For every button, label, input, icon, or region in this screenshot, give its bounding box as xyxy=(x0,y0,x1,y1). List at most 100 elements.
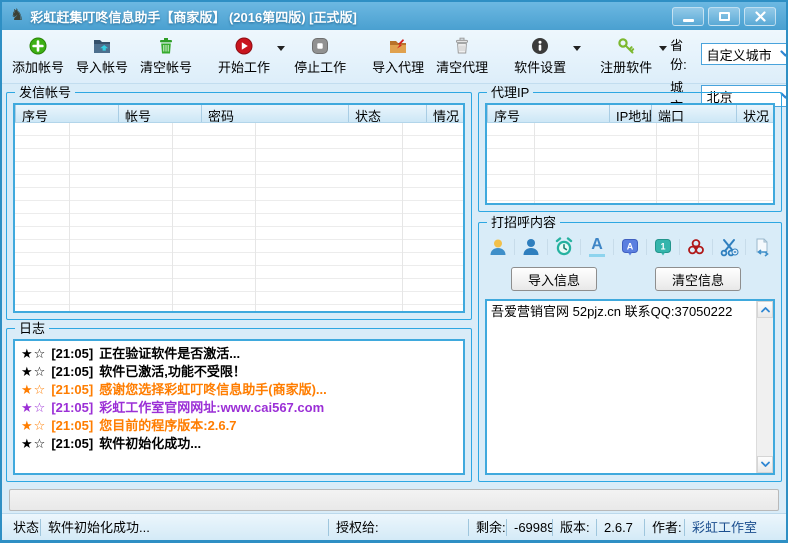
toolbar: 添加帐号 导入帐号 清空帐号 开始工作 停止工作 导入代理 清空代理 xyxy=(2,30,786,84)
biohazard-icon[interactable] xyxy=(685,236,707,258)
settings-label: 软件设置 xyxy=(514,57,566,76)
font-letter: A xyxy=(589,237,605,257)
document-swap-icon[interactable] xyxy=(751,236,773,258)
register-label: 注册软件 xyxy=(600,57,652,76)
greeting-group-title: 打招呼内容 xyxy=(487,215,560,230)
clear-proxy-button[interactable]: 清空代理 xyxy=(430,33,494,80)
bubble-1-icon[interactable]: 1 xyxy=(652,236,674,258)
message-scrollbar[interactable] xyxy=(756,301,773,473)
maximize-icon xyxy=(719,12,730,21)
license-label: 授权给: xyxy=(328,519,468,536)
column-header[interactable]: 密码 xyxy=(201,105,348,122)
log-text: 软件已激活,功能不受限！ xyxy=(99,364,246,379)
svg-text:1: 1 xyxy=(660,242,665,252)
scroll-down-button[interactable] xyxy=(757,456,773,473)
column-grid xyxy=(15,123,463,311)
clear-account-button[interactable]: 清空帐号 xyxy=(134,33,198,80)
chevron-down-icon[interactable] xyxy=(659,46,667,51)
alarm-clock-icon[interactable] xyxy=(553,236,575,258)
proxy-table-body[interactable] xyxy=(487,123,773,203)
grid-line xyxy=(699,123,773,203)
icon-separator xyxy=(679,239,680,255)
clear-proxy-label: 清空代理 xyxy=(436,57,488,76)
user-icon[interactable] xyxy=(520,236,542,258)
version-label: 版本: xyxy=(552,519,596,536)
clear-message-button[interactable]: 清空信息 xyxy=(655,267,741,291)
author-value: 彩虹工作室 xyxy=(684,519,786,536)
font-icon[interactable]: A xyxy=(586,236,608,258)
status-label: 状态: xyxy=(6,519,40,536)
app-window: ♞ 彩虹赶集叮咚信息助手【商家版】 (2016第四版) [正式版] 添加帐号 导… xyxy=(0,0,788,543)
log-entry: ★☆[21:05]正在验证软件是否激活... xyxy=(21,345,457,363)
scroll-up-button[interactable] xyxy=(757,301,773,318)
column-header[interactable]: 状态 xyxy=(348,105,426,122)
grid-line xyxy=(173,123,256,311)
log-text: 您目前的程序版本:2.6.7 xyxy=(99,418,236,433)
window-controls xyxy=(672,7,780,26)
accounts-table[interactable]: 序号帐号密码状态情况 xyxy=(13,103,465,313)
contact-icon[interactable] xyxy=(487,236,509,258)
grid-line xyxy=(403,123,463,311)
column-header[interactable]: IP地址 xyxy=(609,105,651,122)
log-entry: ★☆[21:05]彩虹工作室官网网址:www.cai567.com xyxy=(21,399,457,417)
progress-bar xyxy=(9,489,779,511)
chevron-down-icon xyxy=(761,461,770,468)
star-icon: ★☆ xyxy=(21,436,46,451)
trash-icon xyxy=(157,37,175,55)
chevron-down-icon[interactable] xyxy=(277,46,285,51)
stop-icon xyxy=(311,37,329,55)
start-work-button[interactable]: 开始工作 xyxy=(212,33,276,80)
log-time: [21:05] xyxy=(51,382,93,397)
icon-separator xyxy=(613,239,614,255)
start-work-label: 开始工作 xyxy=(218,57,270,76)
accounts-group: 发信帐号 序号帐号密码状态情况 xyxy=(6,92,472,320)
column-header[interactable]: 帐号 xyxy=(118,105,201,122)
column-header[interactable]: 端口 xyxy=(651,105,736,122)
message-textarea[interactable]: 吾爱营销官网 52pjz.cn 联系QQ:37050222 xyxy=(487,301,756,473)
greeting-icon-toolbar: A A 1 xyxy=(487,235,773,259)
column-header[interactable]: 序号 xyxy=(487,105,609,122)
column-grid xyxy=(487,123,773,203)
add-account-button[interactable]: 添加帐号 xyxy=(6,33,70,80)
icon-separator xyxy=(580,239,581,255)
trash-outline-icon xyxy=(453,37,471,55)
column-header[interactable]: 情况 xyxy=(426,105,463,122)
province-combobox[interactable]: 自定义城市 xyxy=(701,43,788,65)
cut-icon[interactable] xyxy=(718,236,740,258)
log-entry: ★☆[21:05]软件初始化成功... xyxy=(21,435,457,453)
title-bar[interactable]: ♞ 彩虹赶集叮咚信息助手【商家版】 (2016第四版) [正式版] xyxy=(2,2,786,30)
log-time: [21:05] xyxy=(51,346,93,361)
proxy-table[interactable]: 序号IP地址端口状况 xyxy=(485,103,775,205)
chevron-down-icon[interactable] xyxy=(573,46,581,51)
icon-separator xyxy=(745,239,746,255)
log-entry: ★☆[21:05]您目前的程序版本:2.6.7 xyxy=(21,417,457,435)
proxy-group: 代理IP 序号IP地址端口状况 xyxy=(478,92,782,212)
log-group-title: 日志 xyxy=(15,321,49,336)
accounts-table-body[interactable] xyxy=(15,123,463,311)
grid-line xyxy=(70,123,173,311)
window-title: 彩虹赶集叮咚信息助手【商家版】 (2016第四版) [正式版] xyxy=(30,7,356,26)
log-time: [21:05] xyxy=(51,364,93,379)
register-button[interactable]: 注册软件 xyxy=(594,33,658,80)
add-account-label: 添加帐号 xyxy=(12,57,64,76)
column-header[interactable]: 序号 xyxy=(15,105,118,122)
status-bar: 状态: 软件初始化成功... 授权给: 剩余: -699898 版本: 2.6.… xyxy=(2,513,786,540)
minimize-button[interactable] xyxy=(672,7,704,26)
settings-button[interactable]: 软件设置 xyxy=(508,33,572,80)
greeting-buttons: 导入信息 清空信息 xyxy=(479,267,781,291)
import-account-button[interactable]: 导入帐号 xyxy=(70,33,134,80)
key-icon xyxy=(617,37,635,55)
log-entry: ★☆[21:05]软件已激活,功能不受限！ xyxy=(21,363,457,381)
chevron-up-icon xyxy=(761,306,770,313)
column-header[interactable]: 状况 xyxy=(736,105,773,122)
maximize-button[interactable] xyxy=(708,7,740,26)
chevron-down-icon xyxy=(780,50,788,58)
close-button[interactable] xyxy=(744,7,776,26)
grid-line xyxy=(535,123,657,203)
import-message-button[interactable]: 导入信息 xyxy=(511,267,597,291)
app-logo-icon: ♞ xyxy=(10,8,24,24)
stop-work-button[interactable]: 停止工作 xyxy=(288,33,352,80)
log-list[interactable]: ★☆[21:05]正在验证软件是否激活... ★☆ [21:05] 软件已激活,功能… xyxy=(13,339,465,475)
bubble-a-icon[interactable]: A xyxy=(619,236,641,258)
import-proxy-button[interactable]: 导入代理 xyxy=(366,33,430,80)
